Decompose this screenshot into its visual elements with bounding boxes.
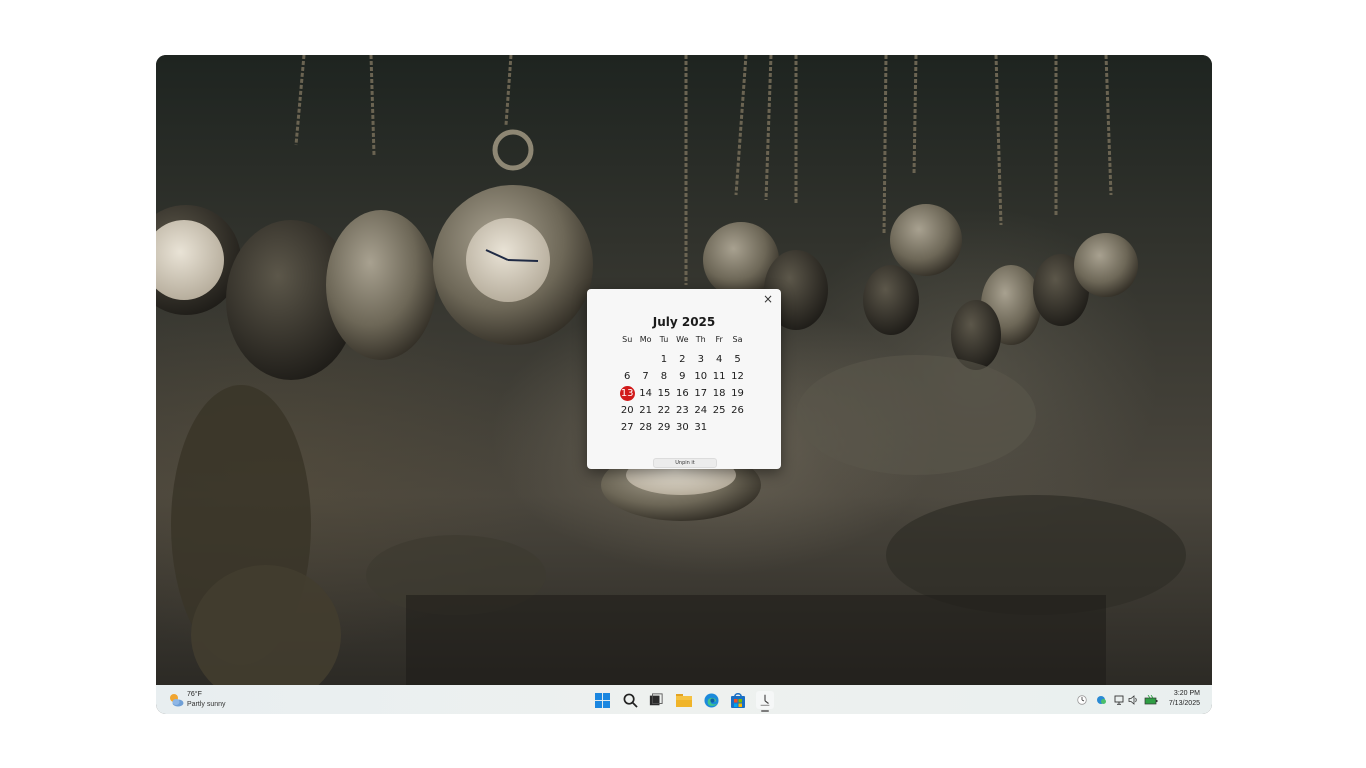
task-view-icon bbox=[649, 693, 663, 706]
calendar-day[interactable]: 12 bbox=[728, 368, 746, 385]
calendar-day[interactable]: 15 bbox=[655, 385, 673, 402]
folder-icon bbox=[676, 694, 692, 707]
calendar-day[interactable]: 22 bbox=[655, 402, 673, 419]
tray-clock-button[interactable] bbox=[1076, 694, 1087, 705]
weekday-header: Mo bbox=[639, 335, 652, 344]
calendar-day[interactable]: 3 bbox=[692, 351, 710, 368]
tray-onedrive-button[interactable] bbox=[1096, 694, 1107, 705]
search-button[interactable] bbox=[621, 691, 639, 709]
calendar-day[interactable]: 21 bbox=[636, 402, 654, 419]
weekday-header: Tu bbox=[659, 335, 669, 344]
calendar-day[interactable]: 18 bbox=[710, 385, 728, 402]
taskbar: 76°F Partly sunny 3:20 PM 7/13/2025 bbox=[156, 685, 1212, 714]
calendar-day[interactable]: 23 bbox=[673, 402, 691, 419]
calendar-day[interactable]: 26 bbox=[728, 402, 746, 419]
calendar-day[interactable]: 9 bbox=[673, 368, 691, 385]
store-button[interactable] bbox=[729, 691, 747, 709]
weekday-header: Sa bbox=[732, 335, 743, 344]
search-icon bbox=[623, 693, 638, 708]
calendar-day[interactable]: 11 bbox=[710, 368, 728, 385]
calendar-day[interactable]: 2 bbox=[673, 351, 691, 368]
tray-battery-button[interactable] bbox=[1144, 694, 1158, 705]
calendar-grid: Su Mo Tu We Th Fr Sa 1 2 3 4 5 6 7 8 9 10 11 12 13 14 15 16 17 1… bbox=[618, 334, 747, 436]
calendar-day[interactable]: 25 bbox=[710, 402, 728, 419]
calendar-day[interactable]: 31 bbox=[692, 419, 710, 436]
clock-icon bbox=[1076, 694, 1087, 705]
calendar-day-today[interactable]: 13 bbox=[618, 385, 636, 402]
calendar-empty-cell bbox=[618, 351, 636, 368]
volume-icon bbox=[1128, 694, 1137, 705]
weekday-header: Su bbox=[622, 335, 633, 344]
calendar-day[interactable]: 6 bbox=[618, 368, 636, 385]
onedrive-icon bbox=[1097, 695, 1106, 704]
weekday-header: Th bbox=[695, 335, 706, 344]
calendar-day[interactable]: 10 bbox=[692, 368, 710, 385]
calendar-day[interactable]: 17 bbox=[692, 385, 710, 402]
calendar-day[interactable]: 20 bbox=[618, 402, 636, 419]
weekday-header: We bbox=[676, 335, 689, 344]
taskbar-clock[interactable]: 3:20 PM 7/13/2025 bbox=[1169, 689, 1200, 709]
calendar-day[interactable]: 19 bbox=[728, 385, 746, 402]
calendar-empty-cell bbox=[710, 419, 728, 436]
calendar-day[interactable]: 5 bbox=[728, 351, 746, 368]
today-highlight: 13 bbox=[619, 386, 635, 401]
partly-sunny-icon bbox=[168, 692, 184, 708]
unpin-button[interactable]: Unpin it bbox=[653, 458, 717, 468]
calendar-empty-cell bbox=[728, 419, 746, 436]
clock-date: 7/13/2025 bbox=[1168, 700, 1200, 707]
calendar-day[interactable]: 4 bbox=[710, 351, 728, 368]
network-icon bbox=[1114, 695, 1124, 705]
tray-network-button[interactable] bbox=[1114, 694, 1125, 705]
calendar-day[interactable]: 27 bbox=[618, 419, 636, 436]
edge-icon bbox=[703, 692, 719, 708]
weather-temperature: 76°F bbox=[187, 691, 202, 698]
file-explorer-button[interactable] bbox=[675, 691, 693, 709]
clock-time: 3:20 PM bbox=[1173, 690, 1200, 697]
clock-icon bbox=[760, 694, 770, 706]
close-icon[interactable]: × bbox=[763, 292, 773, 306]
calendar-flyout: × July 2025 Su Mo Tu We Th Fr Sa 1 2 3 4 5 6 7 8 9 10 11 1… bbox=[587, 289, 781, 469]
weather-condition: Partly sunny bbox=[187, 701, 226, 708]
calendar-day[interactable]: 1 bbox=[655, 351, 673, 368]
clock-app-button[interactable] bbox=[756, 691, 774, 712]
calendar-day[interactable]: 14 bbox=[636, 385, 654, 402]
calendar-day[interactable]: 24 bbox=[692, 402, 710, 419]
calendar-day[interactable]: 29 bbox=[655, 419, 673, 436]
calendar-day[interactable]: 28 bbox=[636, 419, 654, 436]
calendar-empty-cell bbox=[636, 351, 654, 368]
calendar-day[interactable]: 16 bbox=[673, 385, 691, 402]
start-button[interactable] bbox=[593, 691, 611, 709]
tray-volume-button[interactable] bbox=[1128, 694, 1139, 705]
store-icon bbox=[731, 692, 745, 708]
weather-widget[interactable]: 76°F Partly sunny bbox=[168, 691, 248, 711]
weekday-header: Fr bbox=[715, 335, 723, 344]
calendar-day[interactable]: 30 bbox=[673, 419, 691, 436]
calendar-day[interactable]: 8 bbox=[655, 368, 673, 385]
month-title: July 2025 bbox=[652, 315, 716, 329]
task-view-button[interactable] bbox=[647, 691, 665, 709]
battery-icon bbox=[1144, 694, 1158, 704]
windows-logo-icon bbox=[594, 692, 610, 708]
edge-button[interactable] bbox=[702, 691, 720, 709]
calendar-day[interactable]: 7 bbox=[636, 368, 654, 385]
